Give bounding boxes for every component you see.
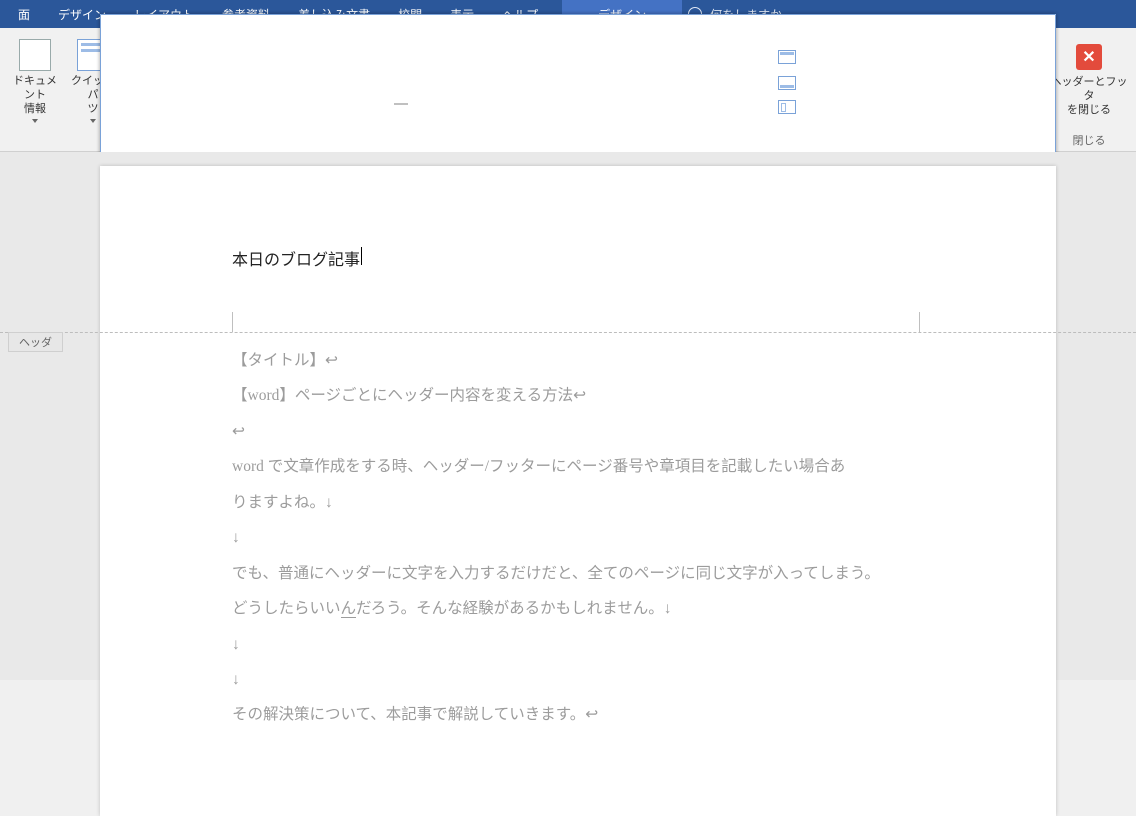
body-line: でも、普通にヘッダーに文字を入力するだけだと、全てのページに同じ文字が入ってしま… [232,559,944,588]
body-line: ↓ [232,523,944,552]
body-line: その解決策について、本記事で解説していきます。↩ [232,700,944,729]
margin-guide-right [919,312,920,332]
group-navigation: ヘッダー に 移動 フッター に 移動 前へ 次へ 前と同じヘッダー/フッター [272,28,570,151]
header-region[interactable]: 本日のブログ記事 ヘッダ [100,166,1056,336]
close-button-label: ヘッダーとフッタ を閉じる [1049,76,1129,117]
body-span: どうしたらいい [232,600,341,617]
header-separator [0,332,1136,333]
nav-mini-column: 前へ 次へ 前と同じヘッダー/フッター [388,50,563,113]
footer-position-icon [778,76,796,90]
ribbon: ドキュメント 情報 クイック パ ツ 画像 オンライン 画像 挿入 [0,28,1136,152]
body-line: word で文章作成をする時、ヘッダー/フッターにページ番号や章項目を記載したい… [232,452,944,481]
nav-next[interactable]: 次へ [394,73,563,90]
body-underlined: ん [341,600,357,618]
document-workspace: 本日のブログ記事 ヘッダ 【タイトル】↩ 【word】ページごとにヘッダー内容を… [0,152,1136,680]
document-info-icon [19,39,51,71]
chevron-down-icon [90,119,96,123]
group-close-label: 閉じる [1048,130,1130,149]
doc-info-button[interactable]: ドキュメント 情報 [6,37,64,124]
body-line: りますよね。↓ [232,488,944,517]
body-line: ↓ [232,630,944,659]
margin-guide-left [232,312,233,332]
body-line: 【タイトル】↩ [232,346,944,375]
header-tag: ヘッダ [8,332,63,352]
close-header-footer-button[interactable]: ✕ ヘッダーとフッタ を閉じる [1049,44,1129,117]
header-text-content: 本日のブログ記事 [232,246,360,270]
body-line: ↩ [232,417,944,446]
document-body: 【タイトル】↩ 【word】ページごとにヘッダー内容を変える方法↩ ↩ word… [232,346,944,736]
tab-item-0[interactable]: 面 [4,0,44,28]
link-previous-icon [394,97,410,111]
body-span: だろう。そんな経験があるかもしれません。↓ [356,600,671,617]
body-line: どうしたらいいんだろう。そんな経験があるかもしれません。↓ [232,594,944,623]
alignment-tab-icon [778,100,796,114]
header-position-icon [778,50,796,64]
close-icon: ✕ [1076,44,1102,70]
header-text[interactable]: 本日のブログ記事 [232,246,362,270]
group-close: ✕ ヘッダーとフッタ を閉じる 閉じる [1042,28,1136,151]
body-line: 【word】ページごとにヘッダー内容を変える方法↩ [232,381,944,410]
text-cursor [361,247,362,265]
chevron-down-icon [32,119,38,123]
document-page[interactable]: 本日のブログ記事 ヘッダ 【タイトル】↩ 【word】ページごとにヘッダー内容を… [100,166,1056,816]
doc-info-label: ドキュメント 情報 [8,75,62,116]
